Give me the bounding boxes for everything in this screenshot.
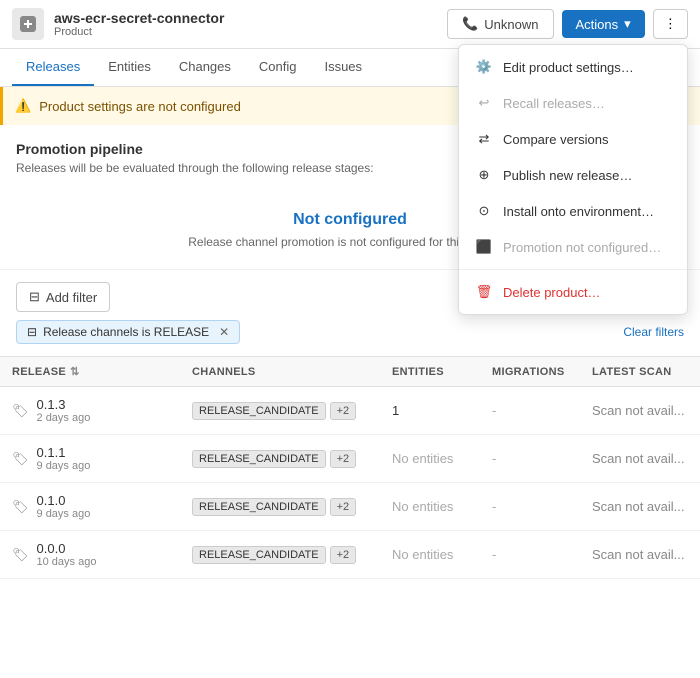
chevron-down-icon: ▾ bbox=[624, 16, 631, 32]
filter-tag: ⊟ Release channels is RELEASE ✕ bbox=[16, 320, 240, 344]
migrations-cell: - bbox=[480, 435, 580, 483]
th-migrations: MIGRATIONS bbox=[480, 357, 580, 387]
release-date: 2 days ago bbox=[37, 412, 91, 424]
table-row: 🏷 0.0.0 10 days ago RELEASE_CANDIDATE +2… bbox=[0, 531, 700, 579]
menu-item-edit[interactable]: ⚙️ Edit product settings… bbox=[459, 49, 687, 85]
warning-icon: ⚠️ bbox=[15, 98, 31, 114]
menu-item-promotion: ⬛ Promotion not configured… bbox=[459, 229, 687, 265]
menu-item-install[interactable]: ⊙ Install onto environment… bbox=[459, 193, 687, 229]
channel-more-button[interactable]: +2 bbox=[330, 450, 357, 468]
releases-table: RELEASE ⇅ CHANNELS ENTITIES MIGRATIONS L… bbox=[0, 357, 700, 579]
nav-item-issues[interactable]: Issues bbox=[310, 49, 376, 86]
clear-filters-button[interactable]: Clear filters bbox=[623, 325, 684, 339]
nav-item-changes[interactable]: Changes bbox=[165, 49, 245, 86]
nav-item-releases[interactable]: Releases bbox=[12, 49, 94, 86]
tag-icon: 🏷 bbox=[12, 547, 29, 563]
release-cell: 🏷 0.0.0 10 days ago bbox=[0, 531, 180, 579]
product-info: aws-ecr-secret-connector Product bbox=[54, 10, 447, 38]
entities-cell: No entities bbox=[380, 483, 480, 531]
table-row: 🏷 0.1.1 9 days ago RELEASE_CANDIDATE +2 … bbox=[0, 435, 700, 483]
menu-item-compare[interactable]: ⇄ Compare versions bbox=[459, 121, 687, 157]
tag-icon: 🏷 bbox=[12, 451, 29, 467]
compare-icon: ⇄ bbox=[475, 130, 493, 148]
latest-scan-cell: Scan not avail... bbox=[580, 387, 700, 435]
release-version: 0.1.0 bbox=[37, 493, 91, 508]
filter-tag-text: Release channels is RELEASE bbox=[43, 325, 209, 339]
migrations-cell: - bbox=[480, 531, 580, 579]
publish-icon: ⊕ bbox=[475, 166, 493, 184]
migrations-cell: - bbox=[480, 483, 580, 531]
menu-item-delete[interactable]: 🗑 Delete product… bbox=[459, 274, 687, 310]
promotion-icon: ⬛ bbox=[475, 238, 493, 256]
remove-filter-button[interactable]: ✕ bbox=[219, 325, 229, 339]
channels-cell: RELEASE_CANDIDATE +2 bbox=[180, 435, 380, 483]
add-filter-button[interactable]: ⊟ Add filter bbox=[16, 282, 110, 312]
release-cell: 🏷 0.1.3 2 days ago bbox=[0, 387, 180, 435]
channels-cell: RELEASE_CANDIDATE +2 bbox=[180, 483, 380, 531]
channel-badge: RELEASE_CANDIDATE bbox=[192, 402, 326, 420]
release-version: 0.1.1 bbox=[37, 445, 91, 460]
menu-divider bbox=[459, 269, 687, 270]
actions-button[interactable]: Actions ▾ bbox=[562, 10, 645, 38]
channel-badge: RELEASE_CANDIDATE bbox=[192, 498, 326, 516]
sort-icon[interactable]: ⇅ bbox=[70, 365, 80, 378]
th-entities: ENTITIES bbox=[380, 357, 480, 387]
release-version: 0.1.3 bbox=[37, 397, 91, 412]
table-header-row: RELEASE ⇅ CHANNELS ENTITIES MIGRATIONS L… bbox=[0, 357, 700, 387]
table-body: 🏷 0.1.3 2 days ago RELEASE_CANDIDATE +2 … bbox=[0, 387, 700, 579]
tag-icon: 🏷 bbox=[12, 499, 29, 515]
releases-table-container: RELEASE ⇅ CHANNELS ENTITIES MIGRATIONS L… bbox=[0, 356, 700, 579]
th-latest-scan: LATEST SCAN bbox=[580, 357, 700, 387]
filter-icon: ⊟ bbox=[29, 289, 40, 305]
table-row: 🏷 0.1.3 2 days ago RELEASE_CANDIDATE +2 … bbox=[0, 387, 700, 435]
th-channels: CHANNELS bbox=[180, 357, 380, 387]
product-icon bbox=[12, 8, 44, 40]
entities-cell: No entities bbox=[380, 531, 480, 579]
latest-scan-cell: Scan not avail... bbox=[580, 483, 700, 531]
release-date: 10 days ago bbox=[37, 556, 97, 568]
latest-scan-cell: Scan not avail... bbox=[580, 435, 700, 483]
unknown-button[interactable]: 📞 Unknown bbox=[447, 9, 553, 39]
actions-dropdown: ⚙️ Edit product settings… ↩ Recall relea… bbox=[458, 44, 688, 315]
release-date: 9 days ago bbox=[37, 460, 91, 472]
release-date: 9 days ago bbox=[37, 508, 91, 520]
channel-badge: RELEASE_CANDIDATE bbox=[192, 546, 326, 564]
filter-icon-small: ⊟ bbox=[27, 325, 37, 339]
channels-cell: RELEASE_CANDIDATE +2 bbox=[180, 387, 380, 435]
undo-icon: ↩ bbox=[475, 94, 493, 112]
product-type: Product bbox=[54, 26, 447, 38]
release-cell: 🏷 0.1.1 9 days ago bbox=[0, 435, 180, 483]
more-button[interactable]: ⋮ bbox=[653, 9, 688, 39]
delete-icon: 🗑 bbox=[475, 283, 493, 301]
menu-item-publish[interactable]: ⊕ Publish new release… bbox=[459, 157, 687, 193]
channel-badge: RELEASE_CANDIDATE bbox=[192, 450, 326, 468]
channels-cell: RELEASE_CANDIDATE +2 bbox=[180, 531, 380, 579]
phone-icon: 📞 bbox=[462, 16, 478, 32]
header: aws-ecr-secret-connector Product 📞 Unkno… bbox=[0, 0, 700, 49]
entities-cell: 1 bbox=[380, 387, 480, 435]
alert-text: Product settings are not configured bbox=[39, 99, 241, 114]
table-row: 🏷 0.1.0 9 days ago RELEASE_CANDIDATE +2 … bbox=[0, 483, 700, 531]
th-release: RELEASE ⇅ bbox=[0, 357, 180, 387]
product-name: aws-ecr-secret-connector bbox=[54, 10, 447, 26]
nav-item-config[interactable]: Config bbox=[245, 49, 311, 86]
install-icon: ⊙ bbox=[475, 202, 493, 220]
channel-more-button[interactable]: +2 bbox=[330, 402, 357, 420]
entities-cell: No entities bbox=[380, 435, 480, 483]
vertical-dots-icon: ⋮ bbox=[664, 16, 677, 31]
latest-scan-cell: Scan not avail... bbox=[580, 531, 700, 579]
channel-more-button[interactable]: +2 bbox=[330, 546, 357, 564]
menu-item-recall: ↩ Recall releases… bbox=[459, 85, 687, 121]
release-version: 0.0.0 bbox=[37, 541, 97, 556]
header-actions: 📞 Unknown Actions ▾ ⋮ bbox=[447, 9, 688, 39]
gear-icon: ⚙️ bbox=[475, 58, 493, 76]
channel-more-button[interactable]: +2 bbox=[330, 498, 357, 516]
migrations-cell: - bbox=[480, 387, 580, 435]
release-cell: 🏷 0.1.0 9 days ago bbox=[0, 483, 180, 531]
tag-icon: 🏷 bbox=[12, 403, 29, 419]
nav-item-entities[interactable]: Entities bbox=[94, 49, 165, 86]
active-filters: ⊟ Release channels is RELEASE ✕ Clear fi… bbox=[16, 320, 684, 344]
